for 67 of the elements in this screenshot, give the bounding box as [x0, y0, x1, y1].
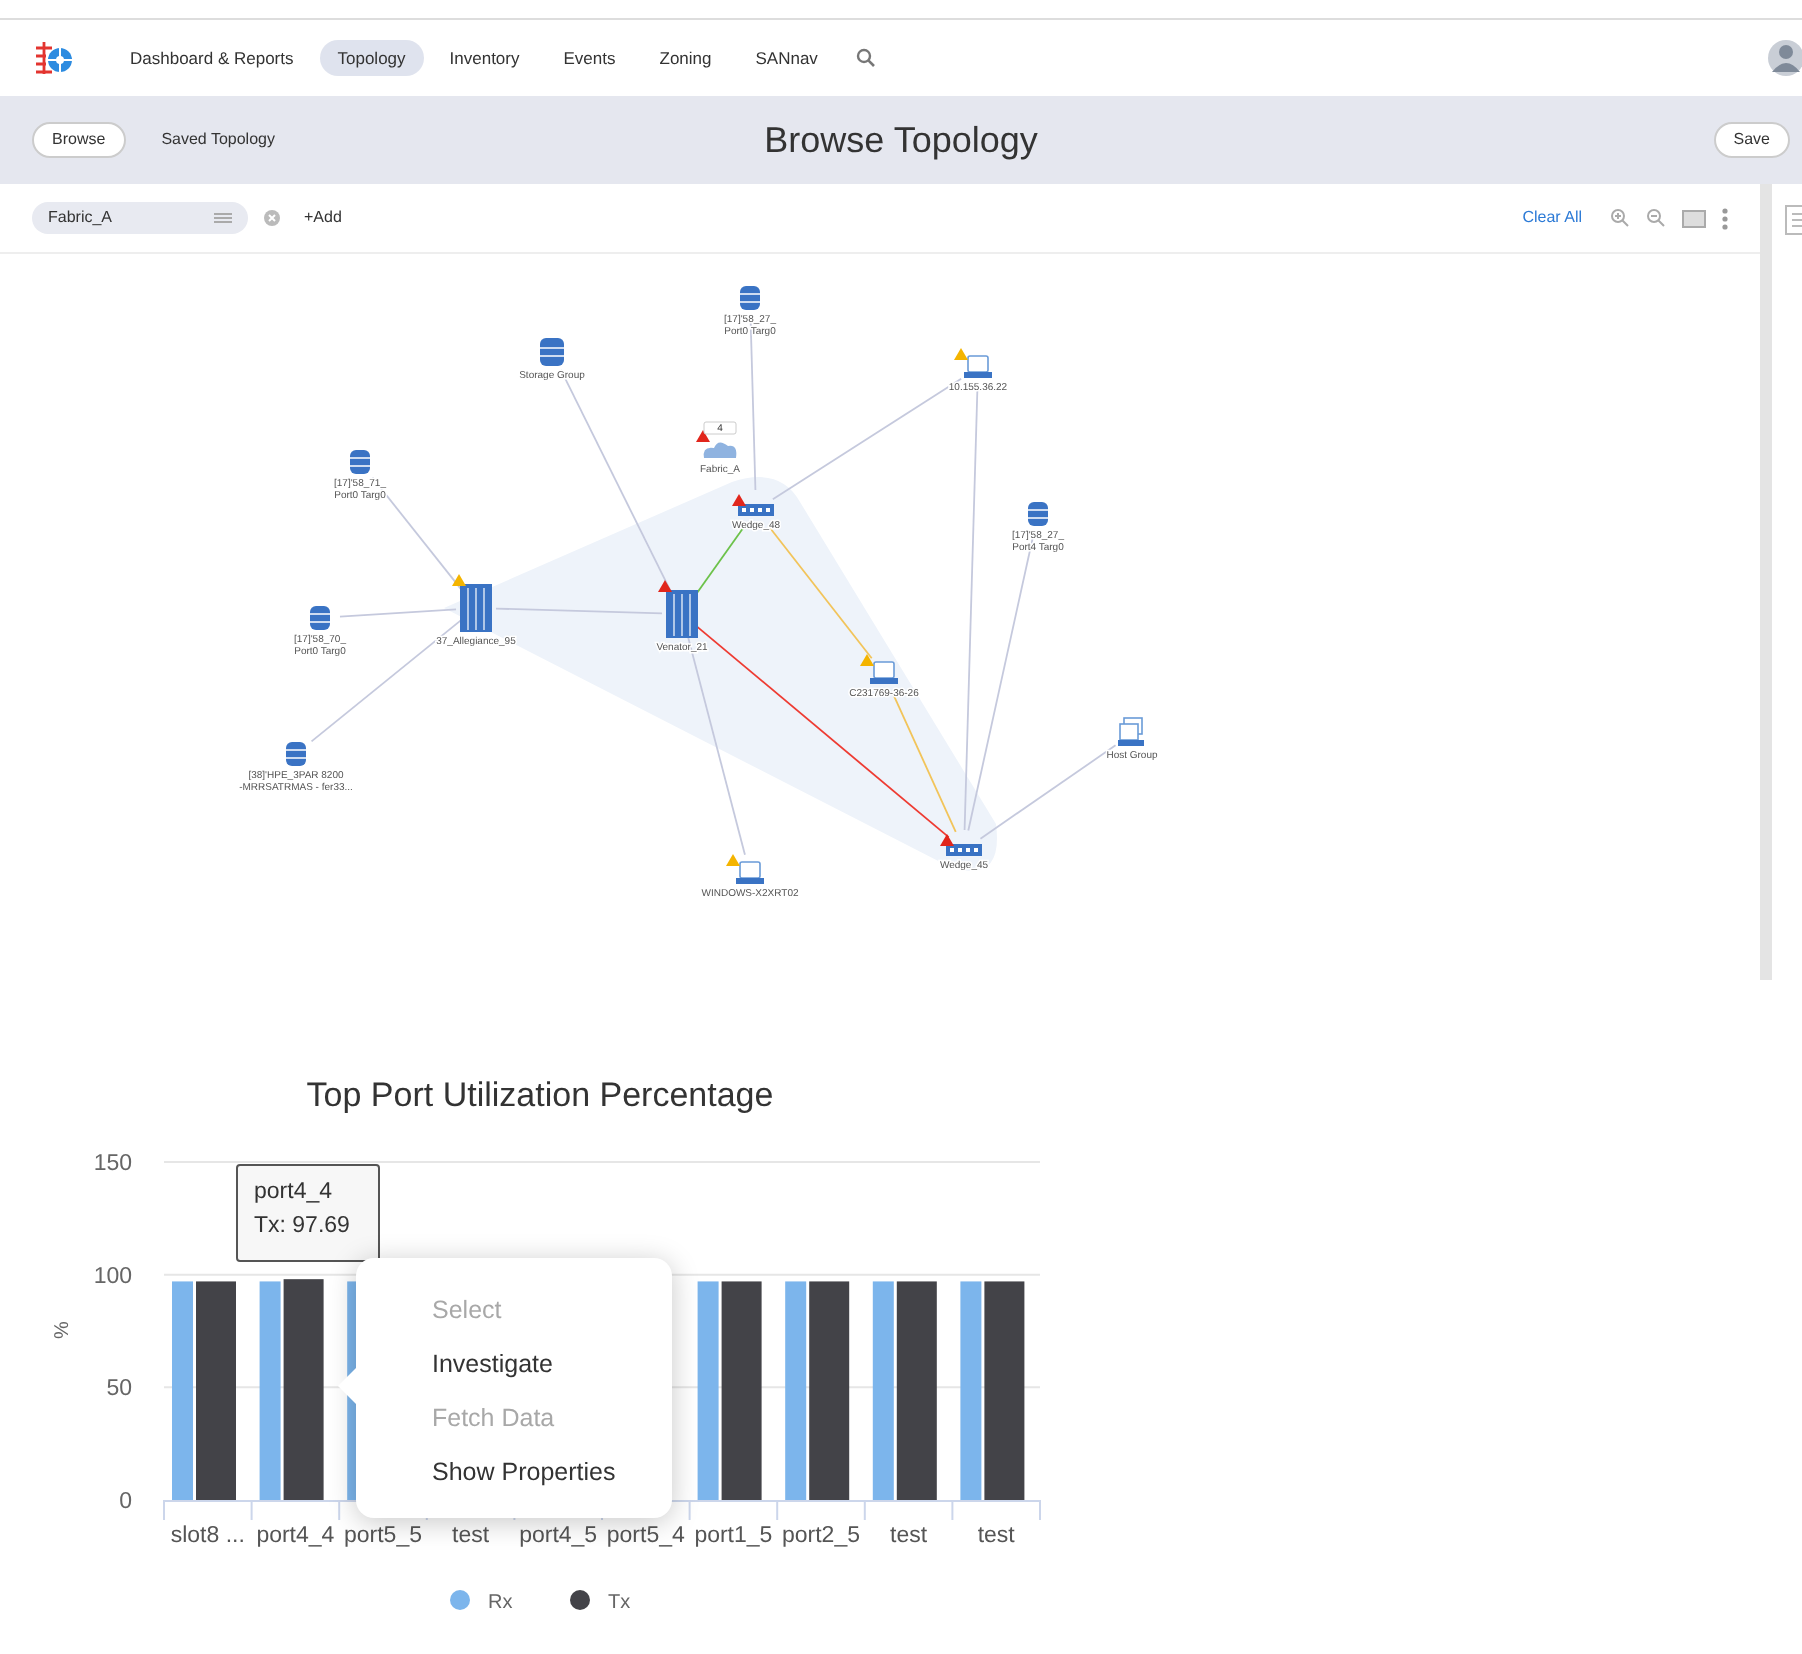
chart-title: Top Port Utilization Percentage: [304, 1074, 776, 1118]
nav-tab[interactable]: Inventory: [431, 39, 538, 77]
chassis-icon[interactable]: [666, 590, 698, 638]
database-icon[interactable]: [309, 606, 331, 630]
nav-tab[interactable]: Zoning: [641, 39, 730, 77]
clear-all-link[interactable]: Clear All: [1522, 206, 1582, 230]
axis-tick-label: port4_5: [519, 1524, 598, 1548]
axis-tick-label: port4_4: [256, 1524, 335, 1548]
legend-marker[interactable]: [450, 1590, 470, 1610]
remove-icon[interactable]: [264, 210, 280, 226]
database-stack-icon[interactable]: [539, 338, 565, 366]
axis-tick-label: 150: [93, 1152, 132, 1176]
user-avatar[interactable]: [1766, 38, 1802, 78]
chart-tooltip: port4_4 Tx: 97.69: [236, 1164, 380, 1262]
laptop-stack-icon[interactable]: [1118, 717, 1144, 746]
save-button[interactable]: Save: [1713, 122, 1790, 158]
zoom-in-icon[interactable]: [1610, 208, 1630, 228]
search-icon[interactable]: [855, 48, 876, 68]
axis-tick-label: port2_5: [782, 1524, 860, 1548]
axis-tick-label: test: [977, 1524, 1015, 1548]
app-logo[interactable]: [32, 38, 76, 78]
laptop-icon[interactable]: [870, 661, 898, 684]
fit-view-icon[interactable]: [1682, 209, 1706, 227]
cloud-icon[interactable]: [703, 442, 737, 458]
bar[interactable]: [809, 1281, 850, 1500]
page-title: Browse Topology: [764, 119, 1038, 159]
bar[interactable]: [984, 1281, 1025, 1500]
axis-tick-label: slot8 ...: [170, 1524, 245, 1548]
legend-label[interactable]: Tx: [608, 1592, 631, 1614]
nav-tab[interactable]: SANnav: [737, 39, 836, 77]
axis-tick-label: 100: [93, 1264, 132, 1289]
axis-title: %: [52, 1321, 74, 1339]
database-icon[interactable]: [349, 450, 371, 474]
nav-tab[interactable]: Events: [545, 39, 634, 77]
axis-tick-label: port5_5: [344, 1524, 422, 1548]
bar[interactable]: [896, 1281, 937, 1500]
list-icon[interactable]: [214, 212, 232, 224]
legend-marker[interactable]: [570, 1590, 590, 1610]
link-line[interactable]: [495, 607, 663, 615]
link-line[interactable]: [963, 387, 979, 831]
switch-icon[interactable]: [946, 844, 982, 856]
zoom-out-icon[interactable]: [1646, 208, 1666, 228]
switch-icon[interactable]: [738, 504, 774, 516]
bar[interactable]: [721, 1281, 762, 1500]
add-filter-link[interactable]: +Add: [304, 206, 342, 230]
axis-tick-label: test: [890, 1524, 928, 1548]
view-tab[interactable]: Saved Topology: [141, 122, 295, 158]
axis-tick-label: 50: [106, 1377, 132, 1402]
axis-tick-label: test: [452, 1524, 490, 1548]
laptop-icon[interactable]: [736, 861, 764, 884]
nav-tab[interactable]: Dashboard & Reports: [112, 39, 312, 77]
bar[interactable]: [283, 1279, 324, 1500]
database-icon[interactable]: [285, 742, 307, 766]
database-icon[interactable]: [739, 286, 761, 310]
legend-label[interactable]: Rx: [488, 1592, 513, 1614]
axis-tick-label: port5_4: [606, 1524, 685, 1548]
view-tab[interactable]: Browse: [32, 122, 126, 158]
filter-chip[interactable]: Fabric_A: [32, 202, 248, 234]
chassis-icon[interactable]: [460, 584, 492, 632]
axis-tick-label: port1_5: [694, 1524, 773, 1548]
nav-tab[interactable]: Topology: [319, 39, 424, 77]
more-options-icon[interactable]: [1722, 207, 1728, 229]
axis-tick-label: 0: [119, 1490, 132, 1514]
menu-item[interactable]: Investigate: [432, 1344, 672, 1398]
menu-item[interactable]: Show Properties: [432, 1452, 672, 1506]
database-icon[interactable]: [1027, 502, 1049, 526]
laptop-icon[interactable]: [964, 355, 992, 378]
